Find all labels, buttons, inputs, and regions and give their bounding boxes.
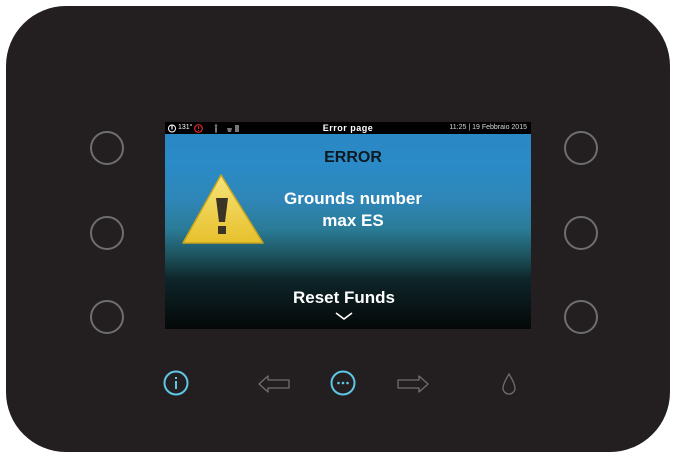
datetime: 11:25 | 19 Febbraio 2015 [449, 124, 527, 131]
status-bar: 131° Error page 11:25 | 19 Febbraio 2015 [165, 122, 531, 134]
reset-funds-button[interactable]: Reset Funds [165, 288, 523, 308]
error-title: ERROR [324, 149, 382, 166]
error-message-line2: max ES [322, 211, 384, 230]
info-icon[interactable] [163, 370, 189, 396]
left-button-3[interactable] [90, 300, 124, 334]
menu-dots-icon[interactable] [330, 370, 356, 396]
display-screen: 131° Error page 11:25 | 19 Febbraio 2015 [165, 122, 531, 329]
left-button-1[interactable] [90, 131, 124, 165]
error-message: Grounds number max ES [245, 188, 461, 232]
water-drop-icon[interactable] [501, 372, 517, 396]
right-button-1[interactable] [564, 131, 598, 165]
right-button-3[interactable] [564, 300, 598, 334]
right-button-2[interactable] [564, 216, 598, 250]
error-message-line1: Grounds number [284, 189, 422, 208]
arrow-right-icon[interactable] [397, 375, 429, 393]
chevron-down-icon[interactable] [334, 311, 354, 321]
left-button-2[interactable] [90, 216, 124, 250]
arrow-left-icon[interactable] [258, 375, 290, 393]
